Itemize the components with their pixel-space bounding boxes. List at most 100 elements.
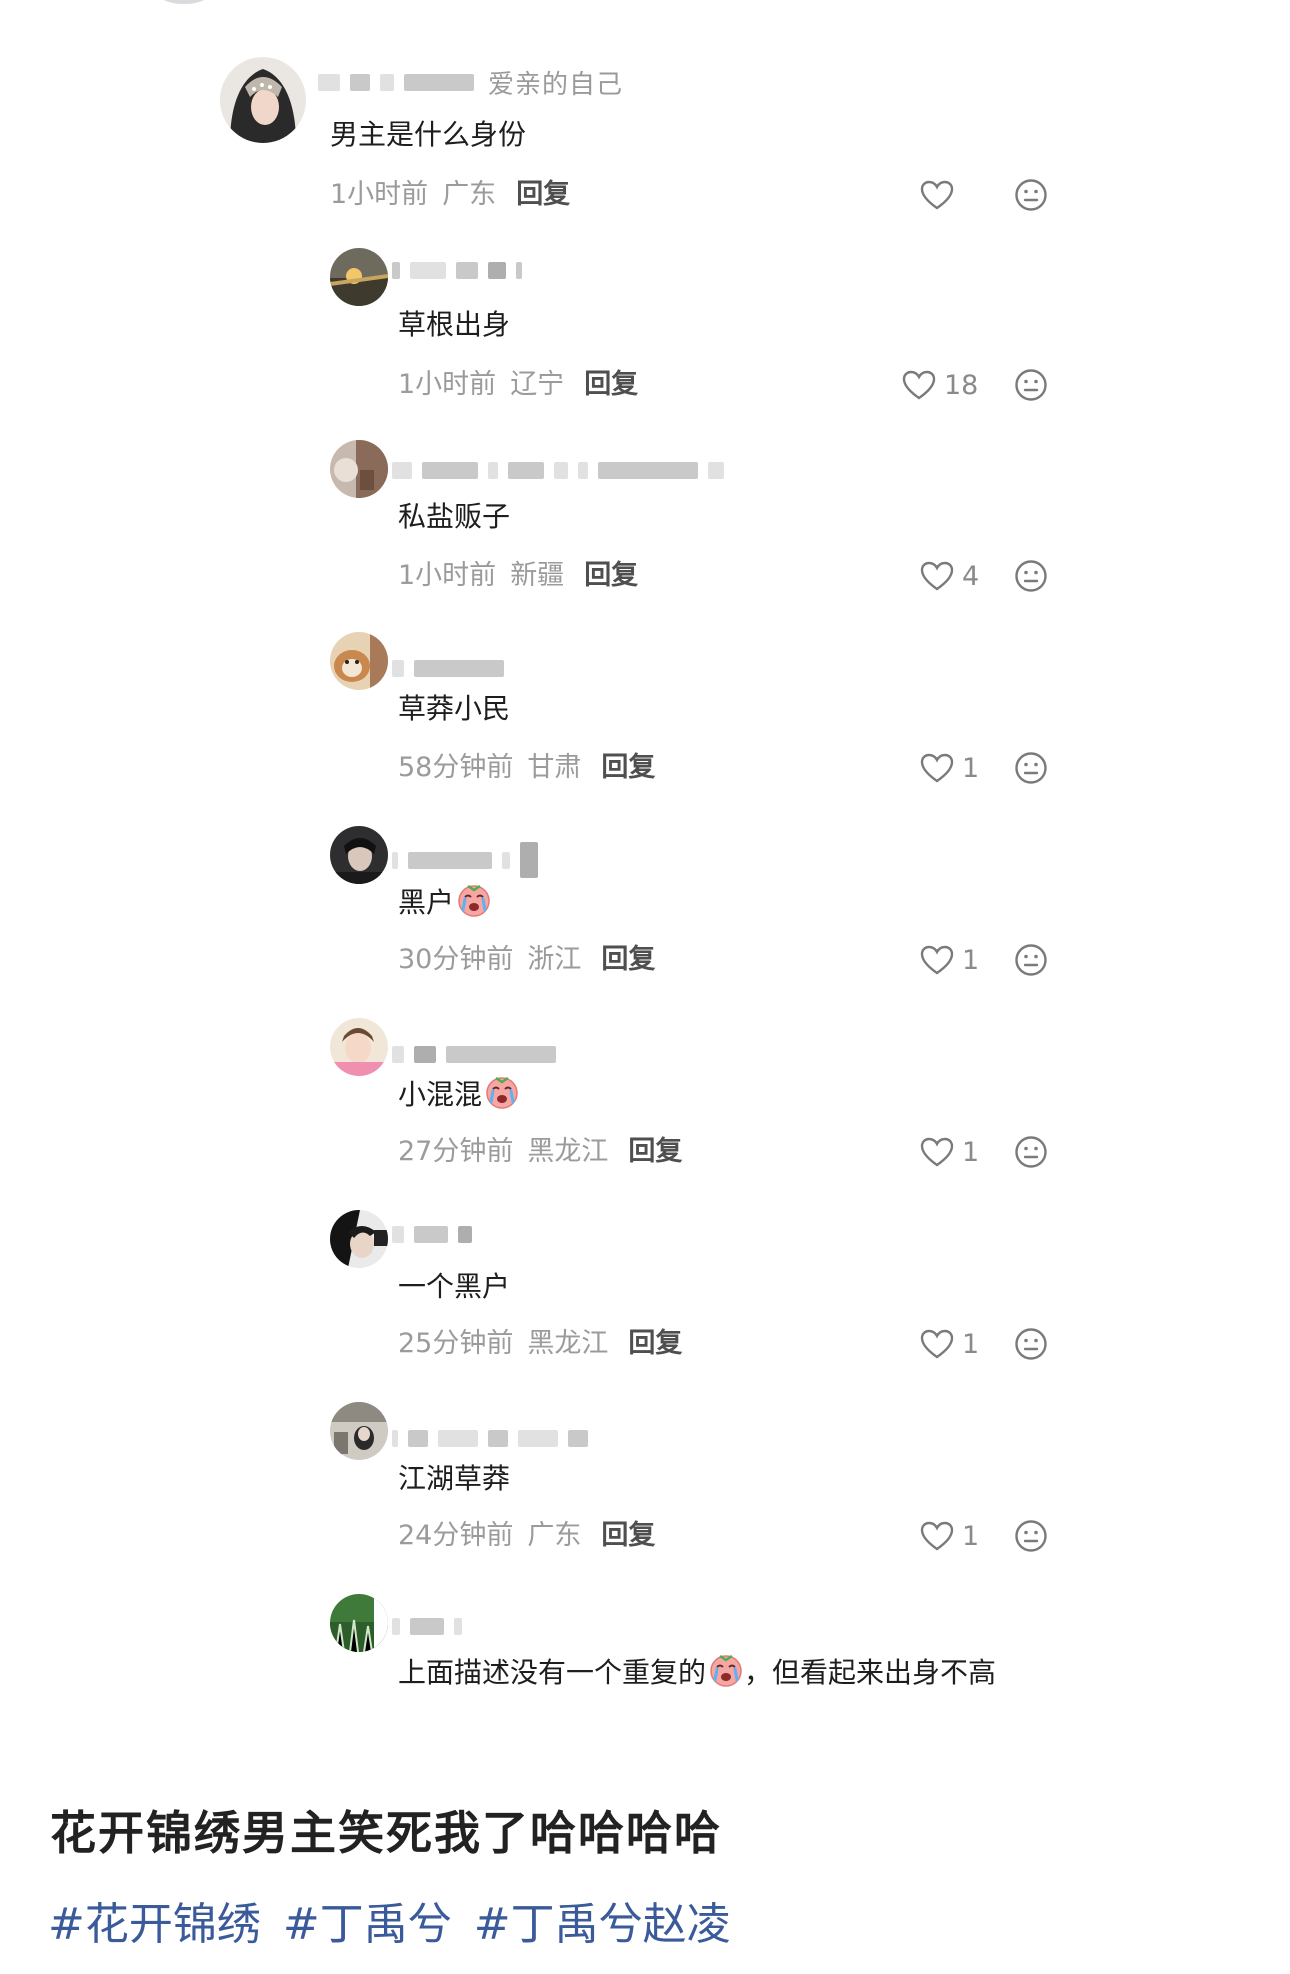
heart-outline-icon [920, 1137, 954, 1167]
like-button[interactable]: 1 [920, 1324, 979, 1364]
like-count: 1 [962, 752, 980, 784]
dislike-button[interactable] [1014, 1327, 1048, 1361]
like-button[interactable] [920, 175, 954, 215]
comment-meta: 25分钟前 黑龙江 回复 [398, 1324, 682, 1364]
comment-text: 私盐贩子 [398, 500, 511, 533]
reply-button[interactable]: 回复 [601, 752, 655, 783]
avatar[interactable] [220, 57, 306, 143]
avatar[interactable] [330, 1402, 388, 1460]
like-button[interactable]: 1 [920, 1516, 979, 1556]
cropped-avatar [160, 0, 208, 4]
comment-meta: 1小时前 新疆 回复 [398, 556, 638, 596]
post-caption: 花开锦绣男主笑死我了哈哈哈哈 [50, 1806, 722, 1860]
comment-location: 黑龙江 [527, 1328, 609, 1359]
like-button[interactable]: 1 [920, 1132, 979, 1172]
meh-face-icon [1015, 179, 1047, 211]
username[interactable] [392, 1614, 462, 1638]
like-button[interactable]: 18 [902, 365, 978, 405]
like-button[interactable]: 4 [920, 556, 979, 596]
comment-location: 新疆 [510, 560, 565, 591]
dislike-button[interactable] [1014, 559, 1048, 593]
avatar[interactable] [330, 826, 388, 884]
comment-text: 黑户 [398, 876, 492, 929]
meh-face-icon [1015, 944, 1047, 976]
comment-time: 1小时前 [398, 560, 497, 591]
comment-location: 浙江 [527, 944, 582, 975]
comment-time: 1小时前 [398, 369, 497, 400]
hashtag-link[interactable]: #丁禹兮 [283, 1899, 452, 1950]
meh-face-icon [1015, 1328, 1047, 1360]
comment-meta: 1小时前 辽宁 回复 [398, 365, 638, 405]
comment-time: 58分钟前 [398, 752, 514, 783]
meh-face-icon [1015, 560, 1047, 592]
dislike-button[interactable] [1014, 1135, 1048, 1169]
avatar[interactable] [330, 632, 388, 690]
username[interactable] [392, 258, 522, 282]
like-button[interactable]: 1 [920, 748, 979, 788]
crying-face-emoji [710, 1654, 742, 1687]
username[interactable] [392, 1042, 556, 1066]
like-button[interactable]: 1 [920, 940, 979, 980]
dislike-button[interactable] [1014, 943, 1048, 977]
comment-time: 30分钟前 [398, 944, 514, 975]
comment-text: 男主是什么身份 [330, 118, 527, 151]
comment-time: 25分钟前 [398, 1328, 514, 1359]
heart-outline-icon [902, 370, 936, 400]
comment-location: 辽宁 [510, 369, 565, 400]
like-count: 1 [962, 1328, 980, 1360]
dislike-button[interactable] [1014, 368, 1048, 402]
comment-meta: 58分钟前 甘肃 回复 [398, 748, 655, 788]
reply-button[interactable]: 回复 [584, 369, 638, 400]
dislike-button[interactable] [1014, 1519, 1048, 1553]
crying-face-emoji [458, 884, 490, 917]
reply-button[interactable]: 回复 [516, 179, 570, 210]
avatar[interactable] [330, 440, 388, 498]
comment-time: 27分钟前 [398, 1136, 514, 1167]
comment-location: 黑龙江 [527, 1136, 609, 1167]
hashtag-link[interactable]: #花开锦绣 [48, 1899, 261, 1950]
comment-location: 广东 [442, 179, 497, 210]
heart-outline-icon [920, 180, 954, 210]
reply-button[interactable]: 回复 [628, 1136, 682, 1167]
comment-text-value: 小混混 [398, 1078, 483, 1111]
reply-button[interactable]: 回复 [601, 1520, 655, 1551]
reply-button[interactable]: 回复 [628, 1328, 682, 1359]
username[interactable] [392, 656, 504, 680]
heart-outline-icon [920, 753, 954, 783]
comment-meta: 27分钟前 黑龙江 回复 [398, 1132, 682, 1172]
hashtag-link[interactable]: #丁禹兮赵凌 [474, 1899, 731, 1950]
meh-face-icon [1015, 1136, 1047, 1168]
username[interactable] [392, 842, 538, 878]
meh-face-icon [1015, 1520, 1047, 1552]
like-count: 4 [962, 560, 980, 592]
comment-text-after: ，但看起来出身不高 [744, 1656, 997, 1689]
avatar[interactable] [330, 1018, 388, 1076]
comment-text: 上面描述没有一个重复的 ，但看起来出身不高 [398, 1646, 1098, 1699]
heart-outline-icon [920, 945, 954, 975]
comment-text-value: 黑户 [398, 886, 455, 919]
username[interactable] [392, 1222, 472, 1246]
reply-button[interactable]: 回复 [584, 560, 638, 591]
username[interactable] [392, 458, 724, 482]
comment-text-before: 上面描述没有一个重复的 [398, 1656, 707, 1689]
comment-text: 草莽小民 [398, 692, 511, 725]
heart-outline-icon [920, 1329, 954, 1359]
avatar[interactable] [330, 248, 388, 306]
reply-button[interactable]: 回复 [601, 944, 655, 975]
username[interactable] [392, 1426, 588, 1450]
comment-text: 一个黑户 [398, 1270, 511, 1303]
comment-meta: 30分钟前 浙江 回复 [398, 940, 655, 980]
avatar[interactable] [330, 1594, 388, 1652]
dislike-button[interactable] [1014, 178, 1048, 212]
crying-face-emoji [486, 1076, 518, 1109]
username-fragment: 爱亲的自己 [488, 69, 624, 100]
username[interactable]: 爱亲的自己 [318, 70, 623, 100]
comment-time: 1小时前 [330, 179, 429, 210]
comment-text: 江湖草莽 [398, 1462, 511, 1495]
meh-face-icon [1015, 752, 1047, 784]
like-count: 1 [962, 944, 980, 976]
avatar[interactable] [330, 1210, 388, 1268]
comment-text: 草根出身 [398, 308, 511, 341]
dislike-button[interactable] [1014, 751, 1048, 785]
comment-meta: 1小时前 广东 回复 [330, 175, 570, 215]
